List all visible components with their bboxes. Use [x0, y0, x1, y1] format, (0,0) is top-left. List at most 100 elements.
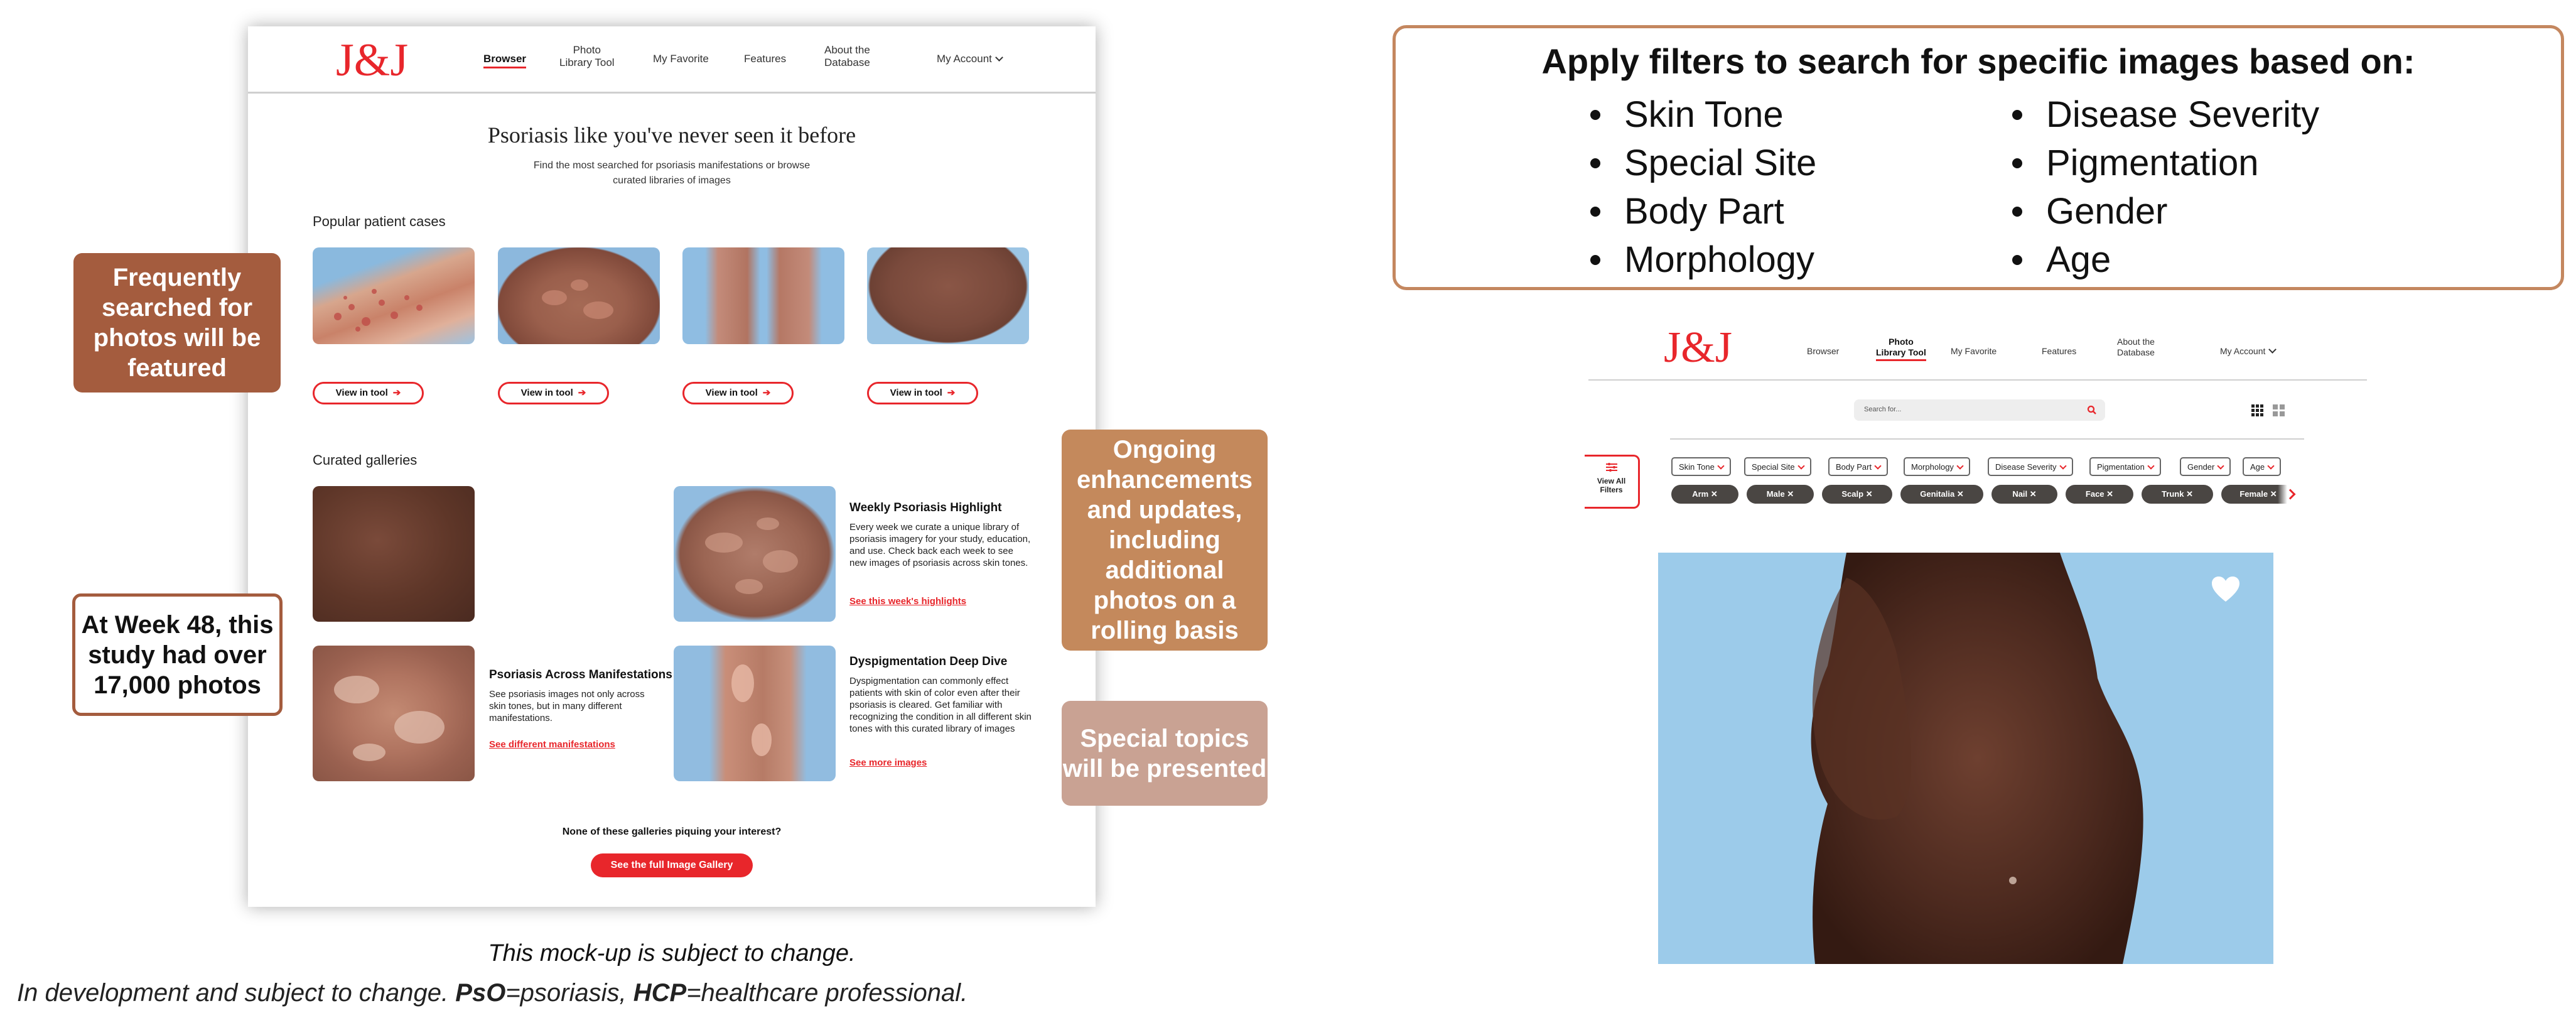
chevron-down-icon	[2267, 462, 2275, 470]
nav-my-favorite[interactable]: My Favorite	[653, 53, 709, 65]
footnote-lead: In development and subject to change.	[17, 979, 456, 1007]
search-bar[interactable]: Search for...	[1854, 399, 2105, 421]
chip-face[interactable]: Face ✕	[2066, 485, 2133, 504]
nav-my-account-label: My Account	[937, 53, 992, 65]
filter-gender: Gender	[2012, 191, 2168, 232]
chip-male[interactable]: Male ✕	[1747, 485, 1814, 504]
search-icon[interactable]	[2087, 405, 2097, 415]
chip-scalp[interactable]: Scalp ✕	[1822, 485, 1892, 504]
grid-view-icon[interactable]	[2251, 404, 2264, 417]
view-in-tool-label: View in tool	[890, 387, 942, 398]
dropdown-special-site[interactable]: Special Site	[1744, 457, 1811, 476]
curated-heading: Curated galleries	[313, 452, 418, 468]
view-in-tool-button-3[interactable]: View in tool ➔	[682, 382, 794, 404]
chevron-down-icon	[1797, 462, 1805, 470]
full-gallery-button[interactable]: See the full Image Gallery	[591, 853, 753, 877]
arrow-right-icon: ➔	[578, 387, 586, 398]
close-icon[interactable]: ✕	[1787, 489, 1794, 499]
chevron-down-icon	[1717, 462, 1725, 470]
chip-label: Genitalia	[1920, 489, 1955, 499]
filter-body-part: Body Part	[1590, 191, 1784, 232]
search-input[interactable]: Search for...	[1864, 406, 1901, 413]
close-icon[interactable]: ✕	[2030, 489, 2037, 499]
chip-nail[interactable]: Nail ✕	[1991, 485, 2057, 504]
close-icon[interactable]: ✕	[2270, 489, 2277, 499]
gallery-text-manifestations: See psoriasis images not only across ski…	[489, 689, 645, 723]
nav-browser[interactable]: Browser	[483, 53, 527, 68]
footnote-abbr-hcp: HCP	[633, 979, 687, 1007]
view-in-tool-button-1[interactable]: View in tool ➔	[313, 382, 424, 404]
chevron-down-icon	[2268, 345, 2277, 354]
popular-photo-3[interactable]	[682, 247, 844, 344]
nav-my-favorite-right[interactable]: My Favorite	[1951, 345, 1997, 357]
curated-photo-weekly[interactable]	[674, 486, 836, 622]
filters-title: Apply filters to search for specific ima…	[1541, 41, 2415, 81]
photo-library-mockup: J&J Browser Photo Library Tool My Favori…	[1585, 314, 2367, 973]
dropdown-label: Skin Tone	[1679, 462, 1715, 472]
heart-favorite-icon[interactable]	[2211, 575, 2241, 603]
dropdown-label: Gender	[2187, 462, 2215, 472]
chip-label: Trunk	[2162, 489, 2184, 499]
chip-arm[interactable]: Arm ✕	[1671, 485, 1738, 504]
jj-logo[interactable]: J&J	[336, 34, 408, 87]
chevron-down-icon	[1874, 462, 1882, 470]
footnote-def-pso: =psoriasis,	[505, 979, 633, 1007]
nav-photo-library-right[interactable]: Photo Library Tool	[1876, 337, 1926, 361]
chip-genitalia[interactable]: Genitalia ✕	[1900, 485, 1983, 504]
torso-side-view-image	[1811, 553, 2143, 964]
filter-pigmentation: Pigmentation	[2012, 143, 2259, 183]
close-icon[interactable]: ✕	[2186, 489, 2193, 499]
main-photo[interactable]	[1658, 553, 2273, 964]
gallery-link-manifestations[interactable]: See different manifestations	[489, 739, 615, 750]
view-in-tool-button-2[interactable]: View in tool ➔	[498, 382, 609, 404]
curated-photo-dyspigmentation[interactable]	[674, 646, 836, 781]
dropdown-disease-severity[interactable]: Disease Severity	[1988, 457, 2073, 476]
popular-photo-1[interactable]	[313, 247, 475, 344]
curated-photo-manifestations[interactable]	[313, 646, 475, 781]
close-icon[interactable]: ✕	[2106, 489, 2113, 499]
view-in-tool-button-4[interactable]: View in tool ➔	[867, 382, 978, 404]
chip-trunk[interactable]: Trunk ✕	[2142, 485, 2213, 504]
divider	[1670, 438, 2304, 440]
footnote-abbr-pso: PsO	[455, 979, 506, 1007]
dropdown-gender[interactable]: Gender	[2180, 457, 2231, 476]
nav-my-account[interactable]: My Account	[937, 53, 1003, 65]
large-grid-view-icon[interactable]	[2273, 404, 2285, 417]
nav-about-database-right[interactable]: About the Database	[2117, 337, 2155, 358]
dropdown-morphology[interactable]: Morphology	[1904, 457, 1970, 476]
psoriasis-plaques-image	[334, 676, 445, 761]
nav-my-account-right[interactable]: My Account	[2220, 345, 2277, 357]
filter-special-site: Special Site	[1590, 143, 1817, 183]
psoriasis-arm-image	[334, 289, 423, 332]
dropdown-age[interactable]: Age	[2243, 457, 2282, 476]
close-icon[interactable]: ✕	[1957, 489, 1964, 499]
dropdown-skin-tone[interactable]: Skin Tone	[1671, 457, 1731, 476]
dropdown-body-part[interactable]: Body Part	[1828, 457, 1889, 476]
gallery-link-weekly[interactable]: See this week's highlights	[849, 596, 966, 607]
nav-about-database[interactable]: About the Database	[824, 44, 870, 69]
dropdown-label: Special Site	[1752, 462, 1795, 472]
nav-features-right[interactable]: Features	[2042, 345, 2076, 357]
filter-morphology: Morphology	[1590, 239, 1815, 280]
chevron-down-icon	[2217, 462, 2225, 470]
callout-week48: At Week 48, this study had over 17,000 p…	[72, 593, 283, 716]
popular-photo-4[interactable]	[867, 247, 1029, 344]
filter-icon	[1605, 463, 1617, 472]
nav-features[interactable]: Features	[744, 53, 786, 65]
view-all-filters-button[interactable]: View All Filters	[1585, 455, 1640, 509]
popular-photo-2[interactable]	[498, 247, 660, 344]
gallery-text-weekly: Every week we curate a unique library of…	[849, 522, 1031, 568]
nav-photo-library[interactable]: Photo Library Tool	[559, 44, 615, 69]
view-in-tool-label: View in tool	[335, 387, 388, 398]
chip-label: Scalp	[1841, 489, 1864, 499]
filter-skin-tone: Skin Tone	[1590, 94, 1784, 135]
dropdown-pigmentation[interactable]: Pigmentation	[2089, 457, 2161, 476]
gallery-link-dyspigmentation[interactable]: See more images	[849, 757, 927, 768]
curated-photo-hand[interactable]	[313, 486, 475, 622]
dropdown-label: Age	[2250, 462, 2265, 472]
callout-ongoing: Ongoing enhancements and updates, includ…	[1062, 430, 1268, 651]
close-icon[interactable]: ✕	[1711, 489, 1718, 499]
nav-browser-right[interactable]: Browser	[1807, 345, 1839, 357]
jj-logo-right[interactable]: J&J	[1664, 323, 1732, 373]
close-icon[interactable]: ✕	[1866, 489, 1873, 499]
